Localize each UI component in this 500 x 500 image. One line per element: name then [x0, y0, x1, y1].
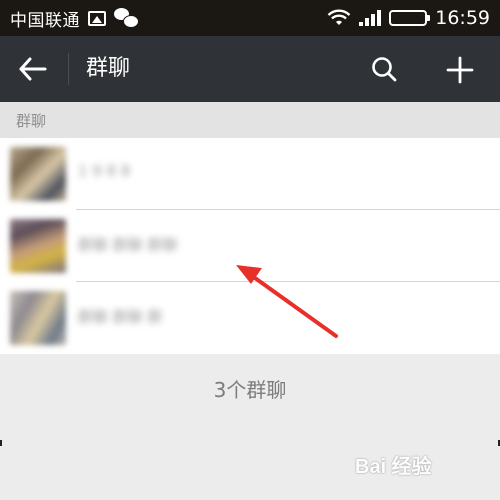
wechat-icon — [114, 8, 139, 28]
group-name: 群聊 群聊 群聊 — [78, 236, 178, 254]
battery-icon — [389, 10, 431, 26]
plus-icon[interactable] — [445, 55, 475, 85]
corner-mark — [0, 440, 2, 446]
title-divider — [68, 53, 69, 85]
status-bar: 中国联通 16:59 — [0, 0, 500, 36]
group-avatar — [10, 219, 66, 273]
image-icon — [88, 10, 106, 26]
signal-icon — [359, 10, 382, 26]
group-avatar — [10, 147, 66, 201]
page-title: 群聊 — [86, 56, 131, 81]
group-avatar — [10, 291, 66, 345]
watermark: Bai 经验 — [355, 456, 432, 478]
group-count: 3个群聊 — [213, 378, 287, 402]
clock: 16:59 — [435, 7, 490, 29]
arrow-left-icon[interactable] — [16, 55, 50, 83]
list-mask — [205, 282, 500, 354]
title-bar: 群聊 — [0, 36, 500, 102]
carrier-name: 中国联通 — [10, 10, 80, 31]
list-item[interactable]: 群聊 群聊 群聊 — [0, 210, 500, 282]
list-mask — [205, 138, 500, 209]
section-header: 群聊 — [0, 102, 500, 138]
search-icon[interactable] — [370, 55, 398, 83]
group-name: 群聊 群聊 群 — [78, 308, 163, 326]
group-name: 1 9 8 8 — [78, 162, 131, 180]
status-right: 16:59 — [327, 7, 490, 29]
wifi-icon — [327, 9, 351, 25]
group-list: 1 9 8 8 群聊 群聊 群聊 群聊 群聊 群 — [0, 138, 500, 354]
